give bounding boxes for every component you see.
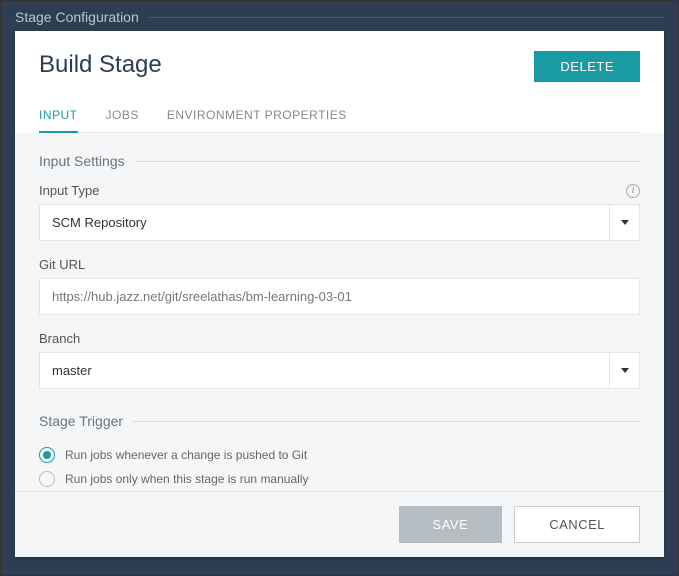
section-head-stage-trigger: Stage Trigger (39, 413, 640, 429)
branch-label: Branch (39, 331, 80, 346)
field-git-url: Git URL (39, 257, 640, 315)
git-url-input[interactable] (39, 278, 640, 315)
tab-env-props[interactable]: ENVIRONMENT PROPERTIES (167, 102, 347, 132)
trigger-option-manual[interactable]: Run jobs only when this stage is run man… (39, 467, 640, 491)
field-branch: Branch master (39, 331, 640, 389)
chevron-down-icon[interactable] (609, 353, 639, 388)
panel-footer: SAVE CANCEL (15, 491, 664, 557)
header-divider (149, 17, 664, 18)
chevron-down-icon[interactable] (609, 205, 639, 240)
section-title: Stage Trigger (39, 413, 123, 429)
section-head-input-settings: Input Settings (39, 153, 640, 169)
section-divider (135, 161, 640, 162)
label-row: Input Type i (39, 183, 640, 198)
input-type-select[interactable]: SCM Repository (39, 204, 640, 241)
label-row: Branch (39, 331, 640, 346)
section-title: Input Settings (39, 153, 125, 169)
dialog-header: Stage Configuration (1, 1, 678, 31)
input-type-label: Input Type (39, 183, 99, 198)
radio-icon (39, 471, 55, 487)
stage-config-dialog: Stage Configuration Build Stage DELETE I… (0, 0, 679, 576)
panel-head: Build Stage DELETE INPUT JOBS ENVIRONMEN… (15, 31, 664, 133)
page-title: Build Stage (39, 51, 162, 79)
cancel-button[interactable]: CANCEL (514, 506, 640, 543)
trigger-option-label: Run jobs whenever a change is pushed to … (65, 448, 307, 462)
input-type-value: SCM Repository (40, 205, 609, 240)
git-url-label: Git URL (39, 257, 85, 272)
stage-panel: Build Stage DELETE INPUT JOBS ENVIRONMEN… (15, 31, 664, 557)
dialog-title: Stage Configuration (15, 9, 139, 25)
section-divider (133, 421, 640, 422)
info-icon[interactable]: i (626, 184, 640, 198)
field-input-type: Input Type i SCM Repository (39, 183, 640, 241)
trigger-option-label: Run jobs only when this stage is run man… (65, 472, 308, 486)
panel-body: Input Settings Input Type i SCM Reposito… (15, 133, 664, 491)
save-button[interactable]: SAVE (399, 506, 503, 543)
branch-select[interactable]: master (39, 352, 640, 389)
tab-input[interactable]: INPUT (39, 102, 78, 132)
tabs: INPUT JOBS ENVIRONMENT PROPERTIES (39, 102, 640, 133)
head-row: Build Stage DELETE (39, 51, 640, 82)
tab-jobs[interactable]: JOBS (106, 102, 139, 132)
branch-value: master (40, 353, 609, 388)
label-row: Git URL (39, 257, 640, 272)
trigger-option-auto[interactable]: Run jobs whenever a change is pushed to … (39, 443, 640, 467)
delete-button[interactable]: DELETE (534, 51, 640, 82)
radio-icon (39, 447, 55, 463)
